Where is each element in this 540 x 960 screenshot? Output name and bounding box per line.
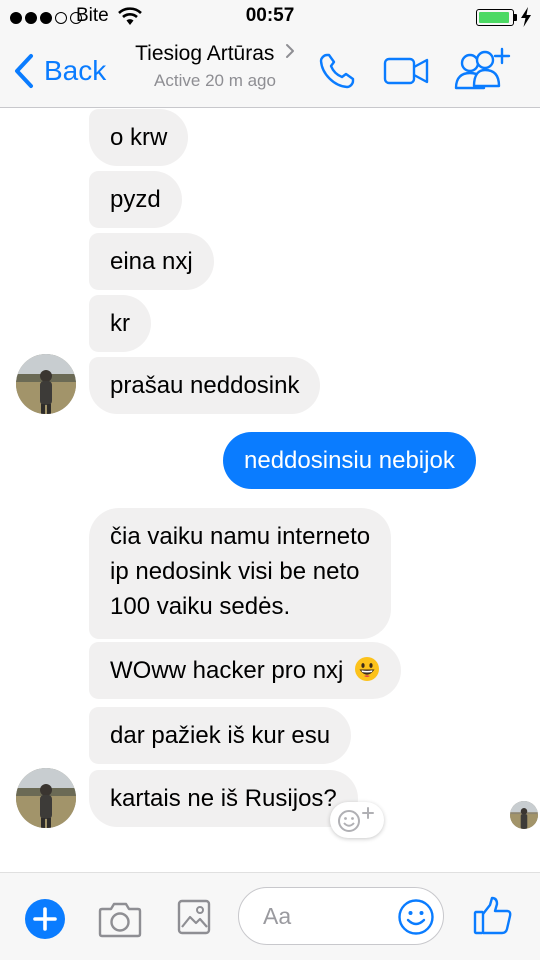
message-bubble[interactable]: o krw — [89, 109, 189, 166]
video-camera-icon[interactable] — [383, 56, 429, 86]
message-composer — [0, 872, 540, 960]
add-people-icon[interactable] — [454, 46, 512, 92]
message-bubble[interactable]: kartais ne iš Rusijos? — [89, 770, 358, 827]
back-label: Back — [44, 55, 107, 86]
back-button[interactable]: Back — [14, 53, 106, 89]
plus-icon[interactable] — [24, 898, 66, 940]
thumbs-up-icon[interactable] — [472, 895, 514, 937]
chevron-right-icon — [285, 44, 294, 58]
grinning-face-icon — [355, 657, 380, 681]
status-bar: Bite 00:57 — [0, 0, 540, 36]
back-chevron-icon — [15, 54, 33, 88]
emoji-icon[interactable] — [397, 898, 435, 936]
message-line: ip nedosink visi be neto — [110, 558, 360, 585]
charging-bolt-icon — [521, 7, 531, 27]
message-line: čia vaiku namu interneto — [110, 523, 371, 550]
battery-icon — [476, 9, 514, 26]
contact-avatar[interactable] — [16, 768, 76, 828]
contact-avatar[interactable] — [16, 354, 76, 414]
message-input-container[interactable] — [238, 887, 444, 945]
message-bubble[interactable]: pyzd — [89, 171, 182, 228]
message-thread[interactable]: o krw pyzd eina nxj kr prašau neddosink … — [0, 109, 540, 872]
gallery-icon[interactable] — [177, 899, 211, 935]
add-reaction-icon — [338, 807, 374, 832]
contact-info-button[interactable]: Tiesiog Artūras Active 20 m ago — [120, 42, 310, 91]
contact-status: Active 20 m ago — [154, 71, 276, 90]
phone-icon[interactable] — [318, 52, 356, 90]
clock: 00:57 — [245, 5, 295, 26]
message-bubble[interactable]: prašau neddosink — [89, 357, 321, 414]
message-bubble[interactable]: dar pažiek iš kur esu — [89, 707, 352, 764]
battery-tip — [514, 14, 517, 21]
message-bubble[interactable]: WOww hacker pro nxj — [89, 642, 402, 699]
conversation-header: Back Tiesiog Artūras Active 20 m ago — [0, 36, 540, 108]
contact-name: Tiesiog Artūras — [135, 42, 275, 65]
message-bubble-outgoing[interactable]: neddosinsiu nebijok — [223, 432, 476, 489]
message-line: 100 vaiku sedės. — [110, 593, 291, 620]
camera-icon[interactable] — [98, 900, 142, 938]
contact-photo — [16, 768, 76, 828]
add-reaction-button[interactable] — [330, 802, 384, 838]
read-receipt-avatar — [510, 801, 538, 829]
message-input[interactable] — [263, 903, 383, 930]
message-bubble[interactable]: čia vaiku namu interneto ip nedosink vis… — [89, 508, 392, 639]
message-bubble[interactable]: kr — [89, 295, 151, 352]
contact-photo — [16, 354, 76, 414]
message-bubble[interactable]: eina nxj — [89, 233, 214, 290]
read-receipt-photo — [510, 801, 538, 829]
